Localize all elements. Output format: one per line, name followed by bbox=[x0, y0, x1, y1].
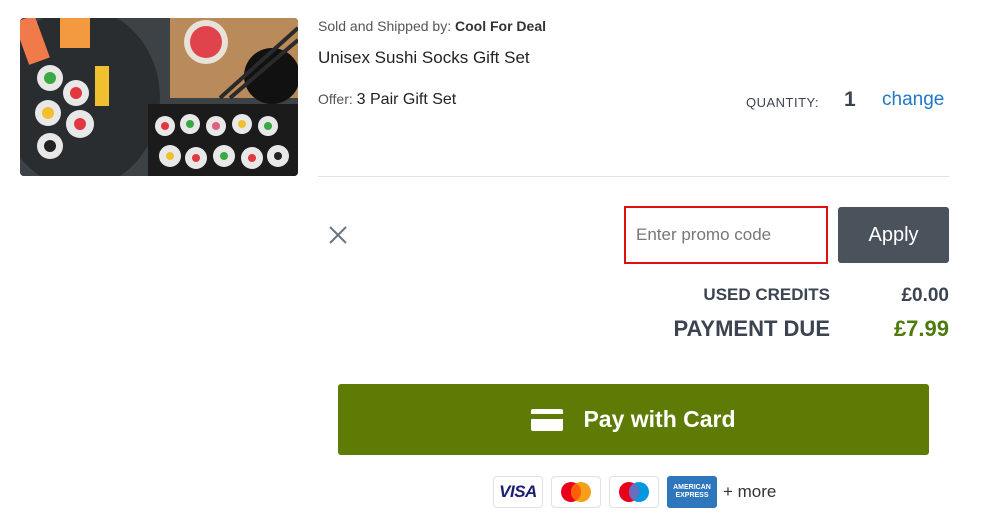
visa-logo: VISA bbox=[493, 476, 543, 508]
quantity-label: QUANTITY: bbox=[746, 95, 820, 110]
offer-info: Offer: 3 Pair Gift Set bbox=[318, 91, 456, 109]
payment-due-value: £7.99 bbox=[893, 316, 949, 341]
mastercard-logo bbox=[551, 476, 601, 508]
product-image bbox=[20, 18, 298, 176]
maestro-logo bbox=[609, 476, 659, 508]
offer-value: 3 Pair Gift Set bbox=[356, 91, 457, 108]
offer-label: Offer: bbox=[318, 91, 353, 107]
seller-info: Sold and Shipped by: Cool For Deal bbox=[318, 18, 546, 34]
apply-button[interactable]: Apply bbox=[838, 207, 949, 263]
close-icon[interactable] bbox=[326, 223, 350, 247]
used-credits-label: USED CREDITS bbox=[703, 285, 830, 304]
amex-logo: AMERICAN EXPRESS bbox=[667, 476, 717, 508]
quantity-value: 1 bbox=[844, 88, 856, 111]
pay-button-label: Pay with Card bbox=[583, 406, 736, 432]
change-quantity-link[interactable]: change bbox=[882, 89, 944, 111]
more-payment-methods: + more bbox=[723, 482, 777, 501]
credit-card-icon bbox=[531, 408, 564, 431]
product-title: Unisex Sushi Socks Gift Set bbox=[318, 48, 530, 67]
divider bbox=[318, 176, 949, 177]
used-credits-value: £0.00 bbox=[901, 285, 949, 306]
payment-methods: VISA AMERICAN EXPRESS + more bbox=[493, 476, 776, 508]
payment-due-label: PAYMENT DUE bbox=[673, 316, 830, 341]
seller-name: Cool For Deal bbox=[455, 18, 547, 34]
promo-code-input[interactable] bbox=[624, 206, 828, 264]
pay-with-card-button[interactable]: Pay with Card bbox=[338, 384, 929, 455]
seller-label: Sold and Shipped by: bbox=[318, 18, 452, 34]
